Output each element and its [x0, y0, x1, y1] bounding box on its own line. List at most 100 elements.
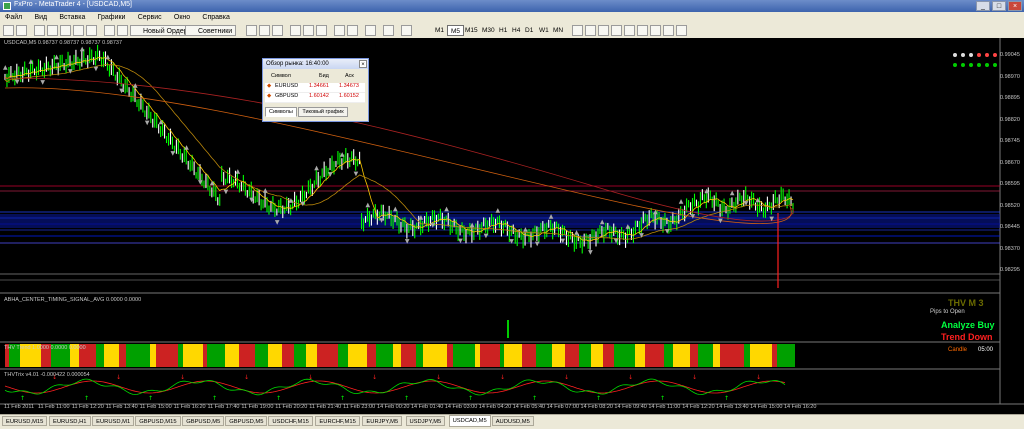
- chart-tab[interactable]: USDJPY,M5: [405, 416, 446, 426]
- timeframe-m15[interactable]: M15: [462, 25, 481, 36]
- trix-arrow: ↑: [212, 395, 217, 402]
- signal-arrow: ▼: [198, 179, 203, 186]
- channel-icon[interactable]: [637, 25, 648, 36]
- terminal-icon[interactable]: [73, 25, 84, 36]
- chart-shift-icon[interactable]: [347, 25, 358, 36]
- menu-window[interactable]: Окно: [169, 13, 195, 22]
- signal-arrow: ▲: [3, 64, 8, 71]
- profiles-icon[interactable]: [16, 25, 27, 36]
- timeframe-d1[interactable]: D1: [522, 25, 536, 36]
- chart-tab[interactable]: GBPUSD,M5: [182, 416, 225, 426]
- trend-segment: [763, 344, 772, 367]
- candle-chart-icon[interactable]: [259, 25, 270, 36]
- trend-segment: [401, 344, 405, 367]
- trend-segment: [207, 344, 218, 367]
- menu-help[interactable]: Справка: [197, 13, 234, 22]
- col-ask[interactable]: Аск: [345, 73, 354, 79]
- chart-tab[interactable]: GBPUSD,M15: [135, 416, 181, 426]
- trend-segment: [546, 344, 552, 367]
- advisors-button[interactable]: Советники: [185, 25, 237, 36]
- zoom-in-icon[interactable]: [290, 25, 301, 36]
- col-symbol[interactable]: Символ: [271, 73, 291, 79]
- market-watch-row[interactable]: ◆ EURUSD 1.34661 1.34673: [265, 83, 365, 93]
- symbol-diamond-icon: ◆: [267, 93, 272, 99]
- market-watch-icon[interactable]: [34, 25, 45, 36]
- templates-icon[interactable]: [401, 25, 412, 36]
- signal-arrow: ▲: [159, 119, 164, 126]
- market-watch-title-bar[interactable]: Обзор рынка: 16:40:00 ×: [263, 59, 368, 69]
- menu-tools[interactable]: Сервис: [133, 13, 167, 22]
- price-tick-label: 0.98445: [1000, 224, 1020, 230]
- minimize-button[interactable]: _: [976, 1, 990, 11]
- signal-arrow: ▲: [184, 144, 189, 151]
- signal-arrow: ▼: [328, 171, 333, 178]
- tester-icon[interactable]: [86, 25, 97, 36]
- menu-insert[interactable]: Вставка: [54, 13, 90, 22]
- chart-tab[interactable]: EURUSD,M15: [2, 416, 48, 426]
- tab-tick-chart[interactable]: Тиковый график: [298, 107, 348, 117]
- chart-tab[interactable]: EURUSD,H1: [49, 416, 91, 426]
- periods-icon[interactable]: [383, 25, 394, 36]
- new-order-button[interactable]: Новый Ордер: [130, 25, 192, 36]
- timeframe-m30[interactable]: M30: [479, 25, 498, 36]
- trendline-icon[interactable]: [624, 25, 635, 36]
- vertical-line-icon[interactable]: [598, 25, 609, 36]
- trend-segment: [437, 344, 447, 367]
- time-tick-label: 14 Feb 12:20: [682, 404, 715, 410]
- horizontal-line-icon[interactable]: [611, 25, 622, 36]
- history-icon[interactable]: [117, 25, 128, 36]
- signal-arrow: ▼: [430, 222, 435, 229]
- menu-charts[interactable]: Графики: [93, 13, 131, 22]
- fibonacci-icon[interactable]: [650, 25, 661, 36]
- tab-symbols[interactable]: Символы: [265, 107, 297, 117]
- line-chart-icon[interactable]: [272, 25, 283, 36]
- chart-canvas[interactable]: ▲ ▼ ▲ ▼ ▲ ▼ ▲ ▼ ▲ ▼ ▲ ▼ ▲ ▼ ▲ ▼ ▲ ▼ ▲ ▼ ▲ ▼ ▲ ▼ ▲ ▼ ▲ ▼ ▲ ▼ ▲ ▼ ▲ ▼ ▲ ▼ ▲ ▼ ▲ ▼…: [0, 38, 1024, 414]
- signal-arrow: ▼: [769, 215, 774, 222]
- chart-tab[interactable]: EURUSD,M1: [92, 416, 135, 426]
- trix-arrow: ↑: [20, 395, 25, 402]
- chart-tab[interactable]: USDCAD,M5: [448, 415, 491, 427]
- signal-arrow: ▲: [549, 213, 554, 220]
- col-bid[interactable]: Бид: [319, 73, 329, 79]
- indicators-icon[interactable]: [365, 25, 376, 36]
- trend-segment: [734, 344, 744, 367]
- cursor-icon[interactable]: [572, 25, 583, 36]
- chart-tab[interactable]: USDCHF,M15: [268, 416, 313, 426]
- label-icon[interactable]: [676, 25, 687, 36]
- maximize-button[interactable]: □: [992, 1, 1006, 11]
- price-tick-label: 0.98520: [1000, 202, 1020, 209]
- chart-tab[interactable]: EURCHF,M15: [315, 416, 360, 426]
- timeframe-mn[interactable]: MN: [550, 25, 566, 36]
- tile-windows-icon[interactable]: [316, 25, 327, 36]
- market-watch-row[interactable]: ◆ GBPUSD 1.60142 1.60152: [265, 93, 365, 103]
- data-window-icon[interactable]: [47, 25, 58, 36]
- chart-tab[interactable]: GBPUSD,M5: [225, 416, 268, 426]
- indicator-thv-trend-label: THV Trend 1.0000 0.0000 0.0000: [4, 345, 86, 351]
- signal-arrow: ▼: [15, 79, 20, 86]
- autoscroll-icon[interactable]: [334, 25, 345, 36]
- search-icon[interactable]: [104, 25, 115, 36]
- market-watch-window[interactable]: Обзор рынка: 16:40:00 × Символ Бид Аск ◆…: [262, 58, 369, 122]
- chart-tab[interactable]: AUDUSD,M5: [491, 416, 534, 426]
- chart-area[interactable]: ▲ ▼ ▲ ▼ ▲ ▼ ▲ ▼ ▲ ▼ ▲ ▼ ▲ ▼ ▲ ▼ ▲ ▼ ▲ ▼ ▲ ▼ ▲ ▼ ▲ ▼ ▲ ▼ ▲ ▼ ▲ ▼ ▲ ▼ ▲ ▼ ▲ ▼ ▲ ▼…: [0, 38, 1024, 414]
- signal-arrow: ▼: [275, 219, 280, 226]
- timeframe-m1[interactable]: M1: [432, 25, 447, 36]
- chart-tab[interactable]: EURJPY,M5: [362, 416, 403, 426]
- text-icon[interactable]: [663, 25, 674, 36]
- menu-file[interactable]: Файл: [0, 13, 27, 22]
- crosshair-icon[interactable]: [585, 25, 596, 36]
- new-chart-icon[interactable]: [3, 25, 14, 36]
- navigator-icon[interactable]: [60, 25, 71, 36]
- trend-segment: [466, 344, 475, 367]
- trend-segment: [225, 344, 239, 367]
- market-watch-close-button[interactable]: ×: [359, 60, 367, 68]
- menu-view[interactable]: Вид: [29, 13, 52, 22]
- signal-arrow: ▲: [730, 190, 735, 197]
- signal-arrow: ▼: [458, 238, 463, 245]
- moving-average-line: [4, 87, 792, 224]
- zoom-out-icon[interactable]: [303, 25, 314, 36]
- bar-chart-icon[interactable]: [246, 25, 257, 36]
- close-button[interactable]: ×: [1008, 1, 1022, 11]
- trix-arrow: ↓: [116, 374, 121, 381]
- status-dot: [953, 53, 957, 57]
